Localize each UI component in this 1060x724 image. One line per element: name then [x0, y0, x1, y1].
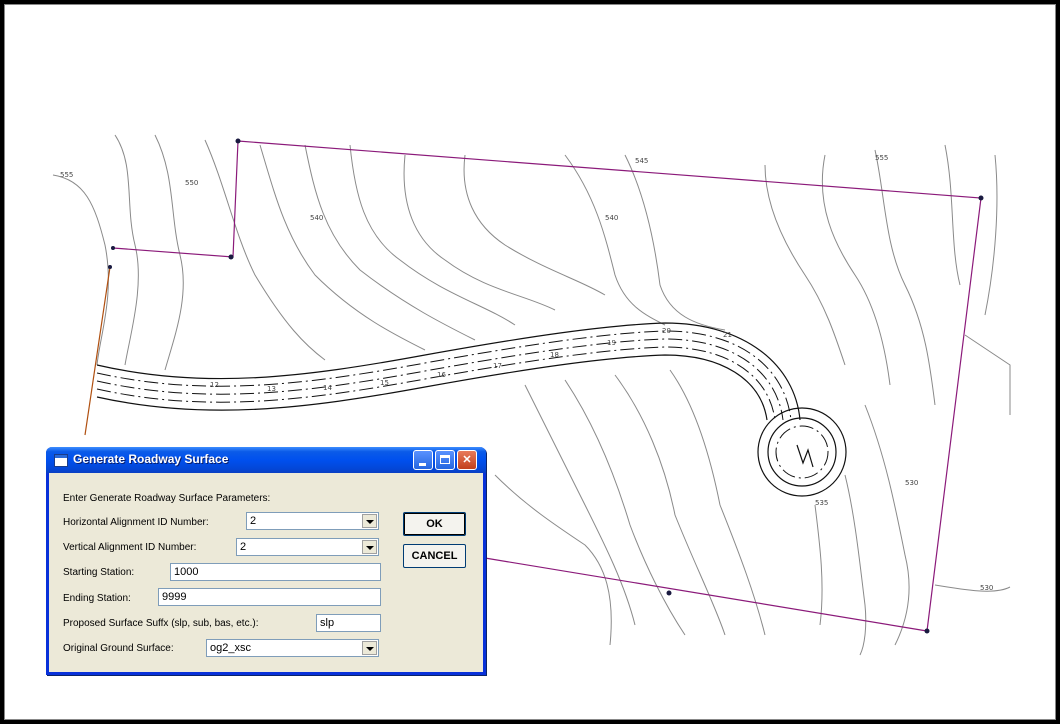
dialog-prompt: Enter Generate Roadway Surface Parameter…	[63, 493, 271, 504]
starting-station-label: Starting Station:	[63, 567, 135, 578]
window-icon	[54, 454, 68, 467]
station-label: 19	[607, 339, 616, 347]
contour-label: 555	[875, 154, 888, 162]
close-icon[interactable]: ✕	[457, 450, 477, 470]
dialog-titlebar[interactable]: Generate Roadway Surface ✕	[46, 447, 486, 473]
ok-button[interactable]: OK	[403, 512, 466, 536]
cancel-button[interactable]: CANCEL	[403, 544, 466, 568]
station-label: 15	[380, 379, 389, 387]
maximize-icon[interactable]	[435, 450, 455, 470]
station-label: 21	[723, 331, 732, 339]
vertical-alignment-label: Vertical Alignment ID Number:	[63, 542, 197, 553]
chevron-down-icon[interactable]	[362, 514, 377, 528]
chevron-down-icon[interactable]	[362, 641, 377, 655]
vertical-alignment-select[interactable]: 2	[236, 538, 379, 556]
contour-label: 535	[815, 499, 828, 507]
original-ground-value: og2_xsc	[210, 642, 251, 654]
horizontal-alignment-value: 2	[250, 515, 257, 527]
contour-label: 555	[60, 171, 73, 179]
drawing-canvas[interactable]: 555 550 540 545 540 555 535 530 530 12 1…	[4, 4, 1056, 720]
station-label: 16	[437, 371, 446, 379]
station-label: 18	[550, 351, 559, 359]
station-label: 17	[493, 362, 502, 370]
contour-label: 550	[185, 179, 198, 187]
minimize-icon[interactable]	[413, 450, 433, 470]
contour-label: 540	[310, 214, 323, 222]
original-ground-label: Original Ground Surface:	[63, 643, 174, 654]
vertical-alignment-value: 2	[240, 541, 247, 553]
horizontal-alignment-label: Horizontal Alignment ID Number:	[63, 517, 209, 528]
station-label: 14	[323, 384, 332, 392]
ending-station-label: Ending Station:	[63, 593, 131, 604]
surface-suffix-label: Proposed Surface Suffx (slp, sub, bas, e…	[63, 618, 259, 629]
original-ground-select[interactable]: og2_xsc	[206, 639, 379, 657]
contour-label: 530	[905, 479, 918, 487]
surface-suffix-input[interactable]: slp	[316, 614, 381, 632]
dialog-title: Generate Roadway Surface	[73, 452, 229, 466]
contour-label: 530	[980, 584, 993, 592]
starting-station-input[interactable]: 1000	[170, 563, 381, 581]
contour-label: 540	[605, 214, 618, 222]
station-label: 13	[267, 385, 276, 393]
contour-label: 545	[635, 157, 648, 165]
chevron-down-icon[interactable]	[362, 540, 377, 554]
station-label: 12	[210, 381, 219, 389]
horizontal-alignment-select[interactable]: 2	[246, 512, 379, 530]
ending-station-input[interactable]: 9999	[158, 588, 381, 606]
generate-roadway-surface-dialog[interactable]: Generate Roadway Surface ✕ Enter Generat…	[46, 447, 486, 675]
station-label: 20	[662, 327, 671, 335]
